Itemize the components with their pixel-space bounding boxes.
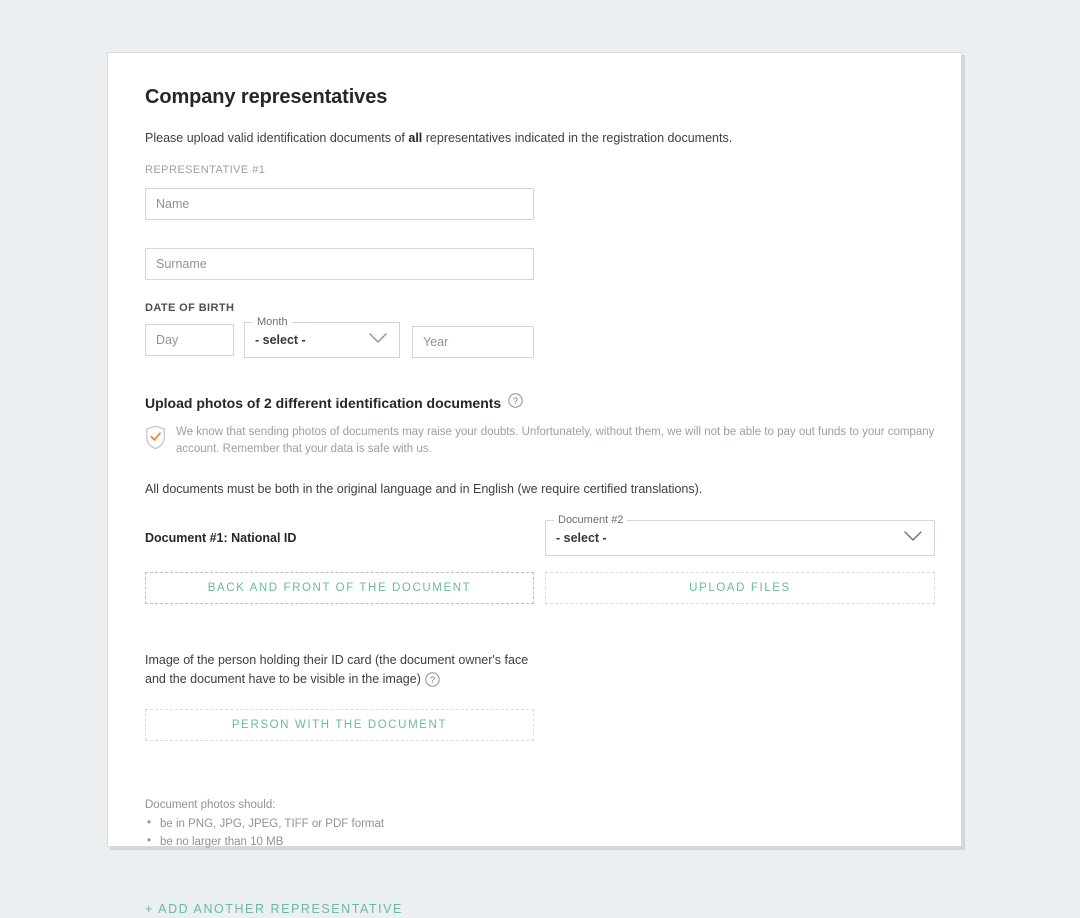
intro-text-before: Please upload valid identification docum… [145,131,409,145]
upload-section-heading: Upload photos of 2 different identificat… [145,393,935,413]
date-of-birth-row: Day Month - select - Year [145,316,935,359]
shield-check-icon [145,425,166,455]
year-field-wrapper: Year [412,326,534,359]
list-item: be no larger than 10 MB [147,833,935,851]
person-with-document-description: Image of the person holding their ID car… [145,651,545,693]
document-2-select-value: - select - [556,531,607,546]
question-circle-icon[interactable]: ? [425,672,440,693]
back-and-front-upload-button[interactable]: BACK AND FRONT OF THE DOCUMENT [145,572,534,605]
surname-input[interactable]: Surname [145,248,534,281]
date-of-birth-label: DATE OF BIRTH [145,302,235,315]
company-representatives-card: Company representatives Please upload va… [107,52,962,916]
security-notice: We know that sending photos of documents… [145,424,935,458]
document-requirements: Document photos should: be in PNG, JPG, … [145,797,935,851]
chevron-down-icon [369,331,387,349]
list-item: be in PNG, JPG, JPEG, TIFF or PDF format [147,815,935,833]
security-notice-text: We know that sending photos of documents… [176,426,935,456]
person-with-document-button[interactable]: PERSON WITH THE DOCUMENT [145,709,534,742]
year-input[interactable]: Year [412,326,534,359]
intro-text-after: representatives indicated in the registr… [422,131,733,145]
month-select-legend: Month [253,316,292,330]
person-description-text: Image of the person holding their ID car… [145,653,529,687]
add-another-representative-link[interactable]: + ADD ANOTHER REPRESENTATIVE [145,902,403,916]
document-1-label: Document #1: National ID [145,531,297,546]
name-input[interactable]: Name [145,188,534,221]
document-2-select[interactable]: Document #2 - select - [545,514,935,557]
intro-text: Please upload valid identification docum… [145,129,935,147]
representative-caption: REPRESENTATIVE #1 [145,164,266,177]
page-title: Company representatives [145,86,388,108]
question-circle-icon[interactable]: ? [508,393,523,413]
document-requirements-list: be in PNG, JPG, JPEG, TIFF or PDF format… [145,815,935,851]
day-input[interactable]: Day [145,324,234,357]
document-selection-row: Document #1: National ID Document #2 - s… [145,514,935,557]
month-select[interactable]: Month - select - [244,316,400,359]
divider [145,882,935,884]
svg-text:?: ? [430,675,435,685]
month-select-value: - select - [255,333,306,348]
intro-text-emphasis: all [408,131,423,145]
document-2-select-legend: Document #2 [554,514,628,528]
document-requirements-intro: Document photos should: [145,799,276,812]
chevron-down-icon [904,529,922,547]
svg-text:?: ? [513,396,518,406]
translations-note: All documents must be both in the origin… [145,482,703,497]
document-upload-buttons: BACK AND FRONT OF THE DOCUMENT UPLOAD FI… [145,572,935,605]
upload-files-button[interactable]: UPLOAD FILES [545,572,935,605]
upload-heading-text: Upload photos of 2 different identificat… [145,395,502,412]
page-background: Company representatives Please upload va… [0,0,1080,916]
